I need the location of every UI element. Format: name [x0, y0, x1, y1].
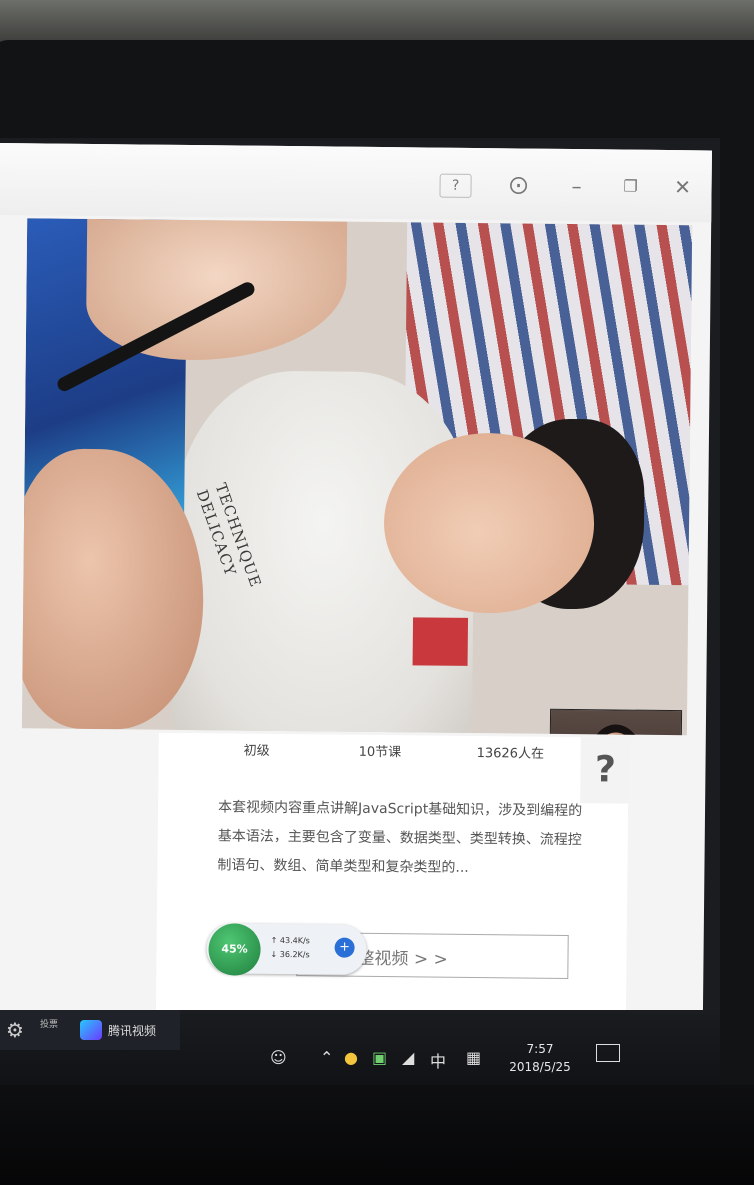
clock-date: 2018/5/25 — [509, 1060, 571, 1074]
monitor-bottom-bezel — [0, 1085, 754, 1185]
upload-rate: ↑ 43.4K/s — [270, 935, 310, 946]
person-face — [383, 432, 595, 615]
help-question-icon[interactable]: ? — [580, 737, 631, 804]
hand-top — [85, 218, 348, 362]
gear-icon[interactable]: ⚙ — [6, 1018, 24, 1042]
wifi-icon[interactable]: ◢ — [402, 1048, 414, 1067]
download-rate-value: 36.2K/s — [279, 949, 310, 960]
speed-plus-button[interactable]: + — [334, 937, 355, 958]
course-window: ? ⨀ – ❐ ✕ TECHNIQUE DELICACY 初级 10节课 136… — [0, 143, 712, 1051]
download-rate: ↓ 36.2K/s — [270, 949, 310, 960]
notification-icon[interactable] — [596, 1044, 620, 1062]
full-video-button-label: 整视频 > > — [357, 948, 448, 970]
taskbar: ⚙ 投票 腾讯视频 ☺ ⌃ ● ▣ ◢ 中 ▦ 7:57 2018/5/25 — [0, 1010, 720, 1085]
network-tray-icon[interactable]: ▣ — [372, 1048, 387, 1067]
course-description: 本套视频内容重点讲解JavaScript基础知识，涉及到编程的基本语法，主要包含… — [217, 799, 583, 876]
video-player-label[interactable]: 腾讯视频 — [108, 1022, 156, 1039]
network-speed-widget[interactable]: 45% ↑ 43.4K/s ↓ 36.2K/s + — [206, 923, 367, 976]
speed-percent-badge: 45% — [208, 923, 261, 976]
upload-rate-value: 43.4K/s — [279, 935, 310, 946]
system-clock[interactable]: 7:57 2018/5/25 — [500, 1040, 580, 1076]
course-level: 初级 — [243, 743, 270, 759]
red-sign — [412, 617, 469, 666]
close-icon[interactable]: ✕ — [671, 175, 693, 199]
minimize-icon[interactable]: – — [565, 174, 587, 198]
self-preview-thumbnail[interactable] — [549, 708, 683, 736]
chevron-up-icon[interactable]: ⌃ — [320, 1048, 333, 1067]
course-meta-row: 初级 10节课 13626人在 — [159, 733, 629, 768]
course-lesson-count: 10节课 — [358, 744, 402, 761]
video-call-view[interactable]: TECHNIQUE DELICACY — [21, 218, 693, 736]
video-player-icon[interactable] — [80, 1020, 102, 1040]
clock-time: 7:57 — [526, 1042, 554, 1056]
taskbar-pinned: ⚙ 投票 腾讯视频 — [0, 1010, 180, 1050]
people-icon[interactable]: ☺ — [270, 1048, 287, 1067]
shirt-icon[interactable]: ⨀ — [507, 174, 529, 196]
keyboard-icon[interactable]: ▦ — [466, 1048, 481, 1067]
course-info-panel: 初级 10节课 13626人在 ? 本套视频内容重点讲解JavaScript基础… — [155, 732, 631, 1048]
taskbar-tile[interactable]: 投票 — [40, 1020, 64, 1030]
help-button[interactable]: ? — [439, 173, 472, 198]
ime-indicator[interactable]: 中 — [430, 1048, 446, 1072]
restore-icon[interactable]: ❐ — [619, 175, 641, 197]
app-tray-icon[interactable]: ● — [344, 1048, 358, 1067]
speed-rates: ↑ 43.4K/s ↓ 36.2K/s — [270, 934, 309, 962]
course-learner-count: 13626人在 — [476, 746, 545, 762]
title-bar: ? ⨀ – ❐ ✕ — [0, 143, 712, 223]
